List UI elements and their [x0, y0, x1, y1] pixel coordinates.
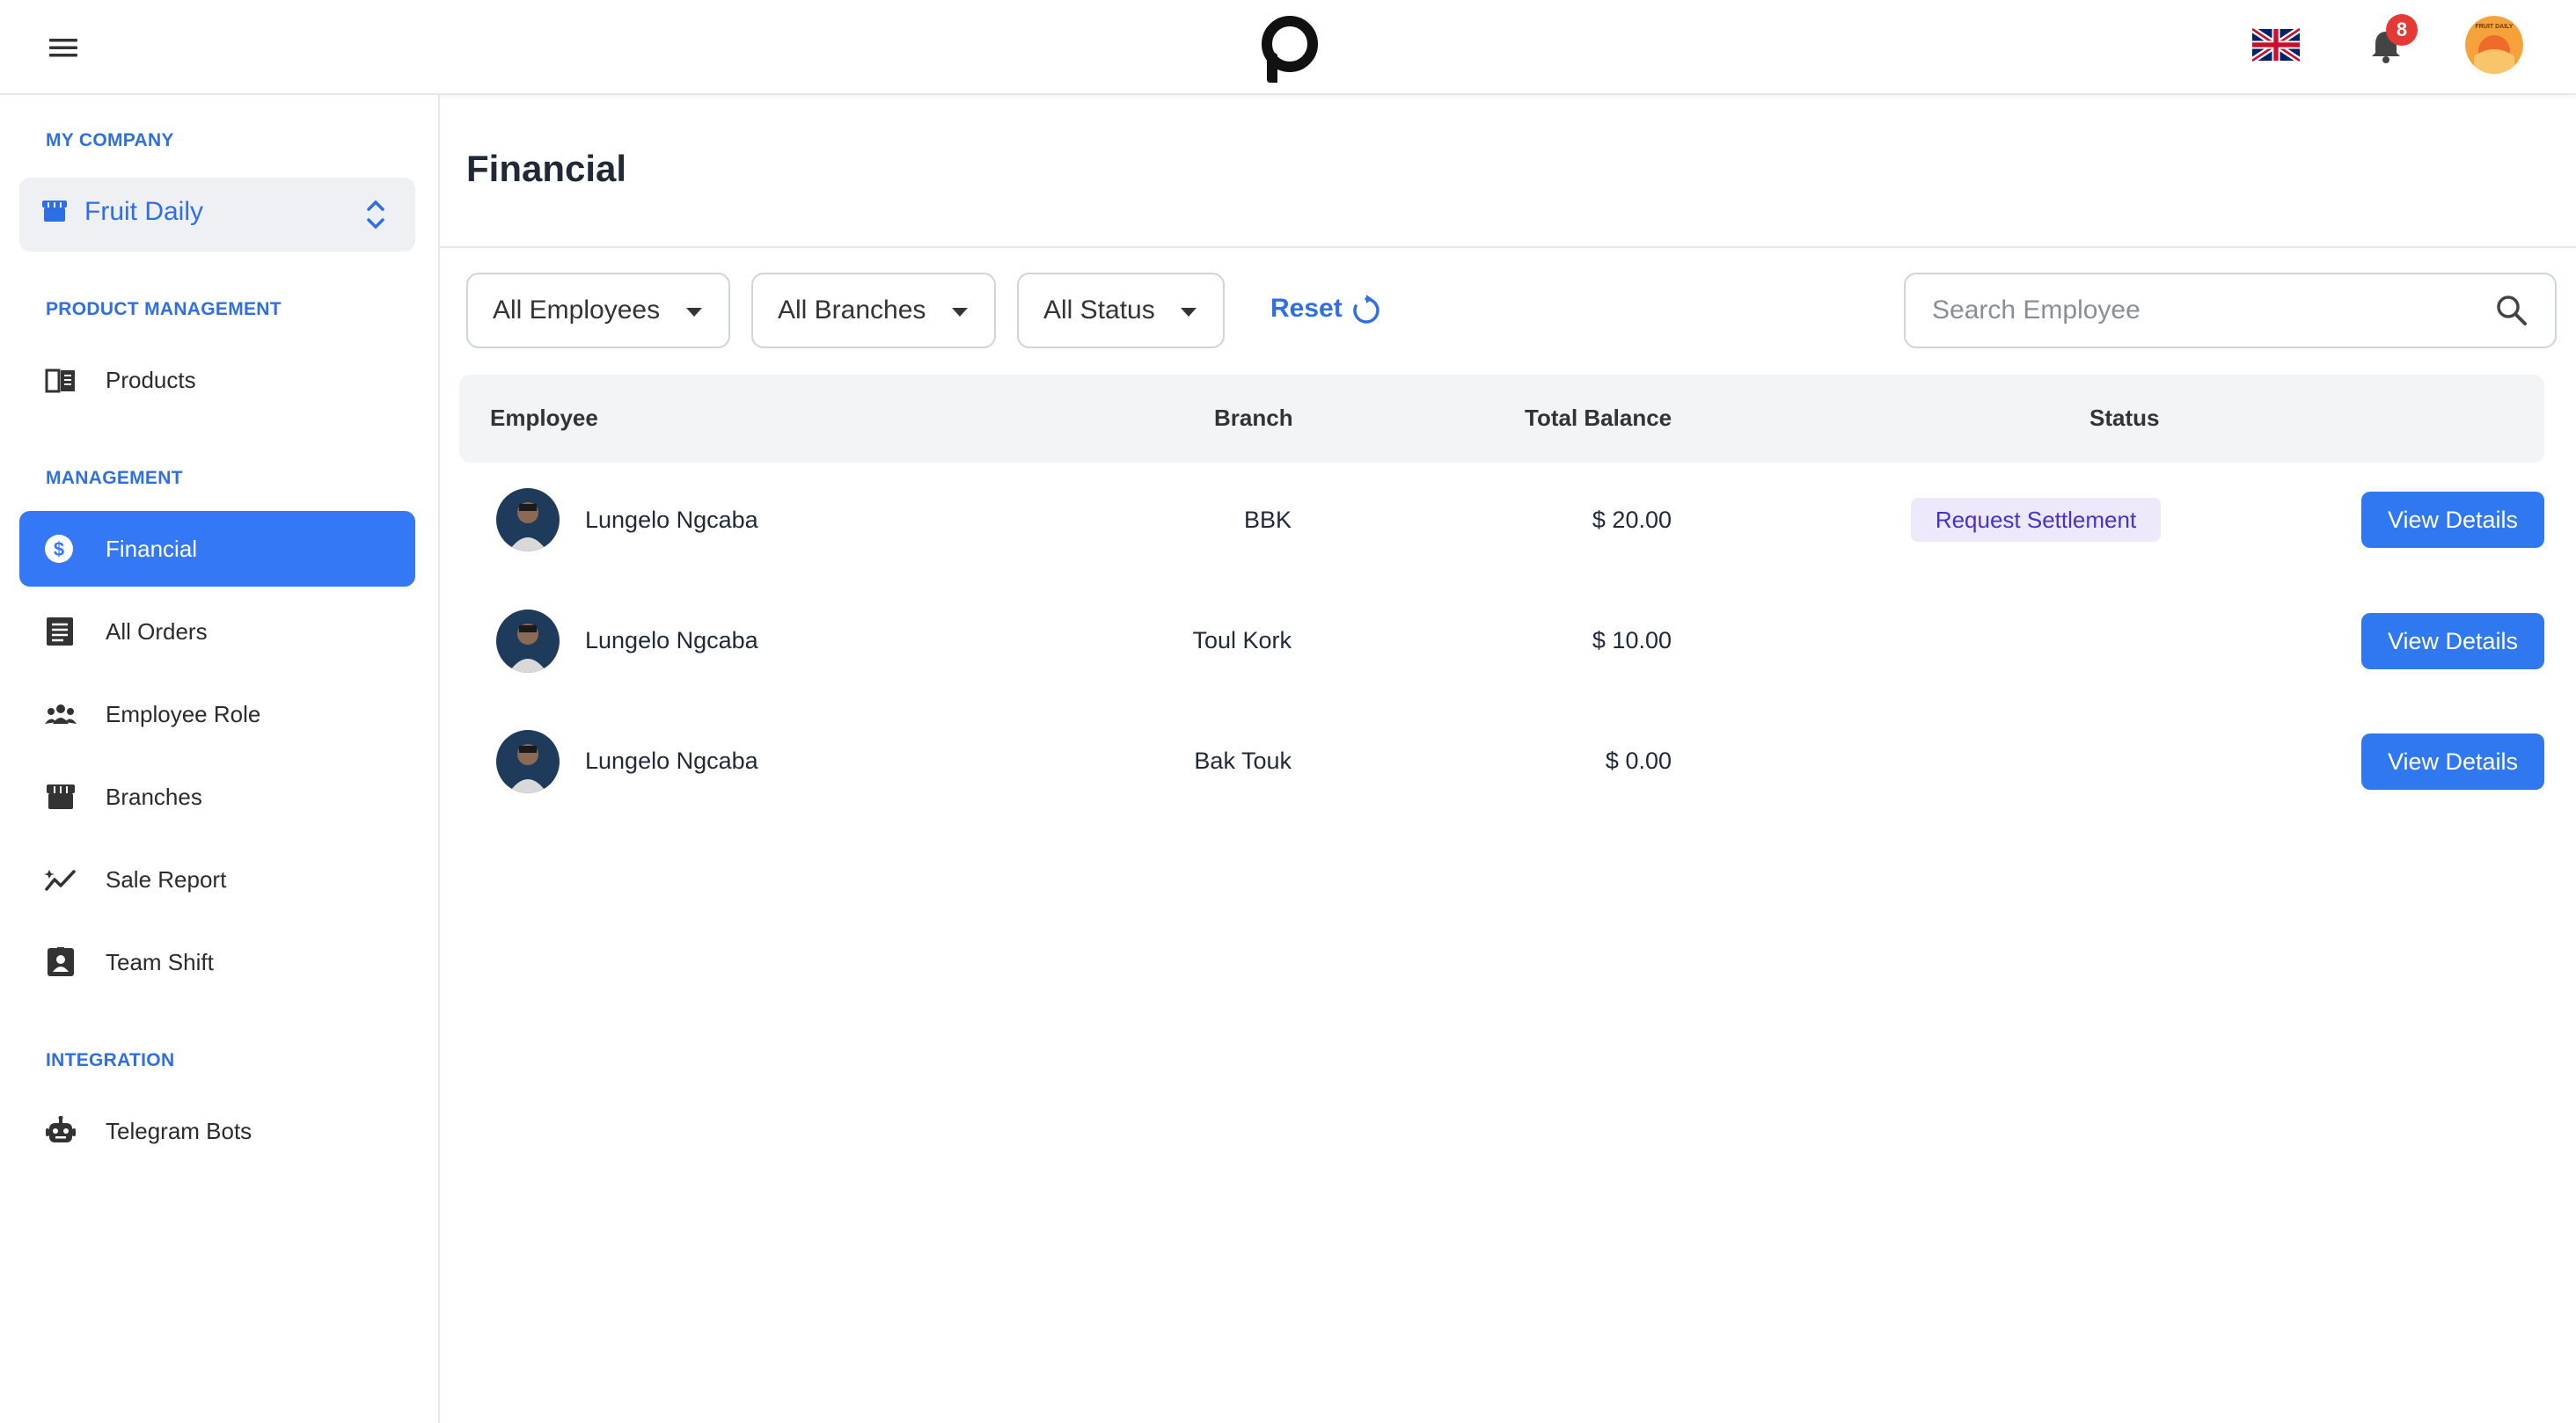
status-badge: Request Settlement: [1911, 498, 2161, 542]
list-icon: [47, 617, 73, 646]
sidebar-item-employee-role[interactable]: Employee Role: [19, 676, 415, 752]
search-icon[interactable]: [2495, 294, 2528, 327]
section-title-management: MANAGEMENT: [46, 468, 183, 488]
column-header-branch: Branch: [1214, 405, 1293, 431]
search-employee-input[interactable]: [1904, 273, 2557, 348]
employees-filter-label: All Employees: [493, 296, 661, 325]
status-filter-dropdown[interactable]: All Status: [1017, 273, 1225, 348]
balance-cell: $ 20.00: [1592, 507, 1672, 533]
refresh-icon[interactable]: [1350, 294, 1383, 327]
employees-filter-dropdown[interactable]: All Employees: [466, 273, 730, 348]
dollar-icon: $: [45, 535, 73, 563]
id-badge-icon: [48, 947, 74, 976]
view-details-button[interactable]: View Details: [2361, 733, 2544, 790]
sidebar-item-label: Employee Role: [106, 701, 261, 727]
view-details-button[interactable]: View Details: [2361, 492, 2544, 548]
sidebar-item-financial[interactable]: $ Financial: [19, 511, 415, 587]
sidebar-item-label: Products: [106, 367, 196, 393]
store-icon: [47, 784, 75, 809]
book-icon: [45, 369, 75, 393]
trend-icon: [44, 870, 76, 891]
sidebar-item-all-orders[interactable]: All Orders: [19, 594, 415, 669]
section-title-integration: INTEGRATION: [46, 1050, 175, 1070]
sidebar-item-sale-report[interactable]: Sale Report: [19, 842, 415, 917]
sidebar-item-products[interactable]: Products: [19, 342, 415, 418]
page-title: Financial: [466, 148, 627, 189]
people-icon: [45, 704, 77, 724]
sidebar-item-branches[interactable]: Branches: [19, 759, 415, 835]
balance-cell: $ 10.00: [1592, 627, 1672, 653]
branches-filter-label: All Branches: [778, 296, 926, 325]
branch-cell: BBK: [1243, 507, 1292, 533]
sidebar-item-label: Sale Report: [106, 866, 227, 893]
column-header-status: Status: [2089, 405, 2160, 431]
chevron-updown-icon: [367, 200, 384, 230]
view-details-button[interactable]: View Details: [2361, 613, 2544, 669]
robot-icon: [46, 1116, 76, 1142]
store-icon: [42, 201, 67, 222]
employee-avatar: [496, 488, 560, 551]
sidebar: MY COMPANY Fruit Daily PRODUCT MANAGEMEN…: [0, 95, 440, 1423]
notification-badge: 8: [2386, 14, 2418, 46]
sidebar-item-telegram-bots[interactable]: Telegram Bots: [19, 1093, 415, 1169]
employee-name: Lungelo Ngcaba: [585, 507, 758, 533]
company-avatar[interactable]: FRUIT DAILY: [2465, 16, 2523, 74]
table-header: [459, 375, 2544, 463]
column-header-total-balance: Total Balance: [1525, 405, 1672, 431]
sidebar-item-team-shift[interactable]: Team Shift: [19, 924, 415, 1000]
employee-avatar: [496, 730, 560, 793]
column-header-employee: Employee: [490, 405, 598, 431]
sidebar-item-label: Financial: [106, 536, 198, 562]
company-selector[interactable]: Fruit Daily: [19, 178, 415, 252]
top-bar: 8 FRUIT DAILY: [0, 0, 2576, 95]
caret-down-icon: [1181, 308, 1197, 317]
sidebar-item-label: Telegram Bots: [106, 1118, 252, 1144]
employee-name: Lungelo Ngcaba: [585, 748, 758, 774]
svg-text:$: $: [54, 538, 64, 560]
sidebar-item-label: Branches: [106, 784, 202, 810]
section-title-product-management: PRODUCT MANAGEMENT: [46, 299, 282, 319]
hamburger-menu-icon[interactable]: [42, 28, 84, 67]
header-divider: [440, 246, 2576, 248]
caret-down-icon: [686, 308, 702, 317]
company-name: Fruit Daily: [84, 197, 204, 226]
branch-cell: Toul Kork: [1192, 627, 1292, 653]
section-title-my-company: MY COMPANY: [46, 130, 174, 150]
brand-mark-text: FRUIT DAILY: [2476, 24, 2514, 30]
branch-cell: Bak Touk: [1194, 748, 1292, 774]
app-logo-icon[interactable]: [1253, 9, 1323, 84]
employee-name: Lungelo Ngcaba: [585, 627, 758, 653]
balance-cell: $ 0.00: [1605, 748, 1672, 774]
status-filter-label: All Status: [1043, 296, 1155, 325]
sidebar-item-label: All Orders: [106, 618, 208, 645]
employee-avatar: [496, 609, 560, 673]
reset-button[interactable]: Reset: [1270, 294, 1343, 324]
caret-down-icon: [952, 308, 968, 317]
uk-flag-icon[interactable]: [2252, 28, 2300, 62]
branches-filter-dropdown[interactable]: All Branches: [751, 273, 996, 348]
sidebar-item-label: Team Shift: [106, 949, 214, 975]
